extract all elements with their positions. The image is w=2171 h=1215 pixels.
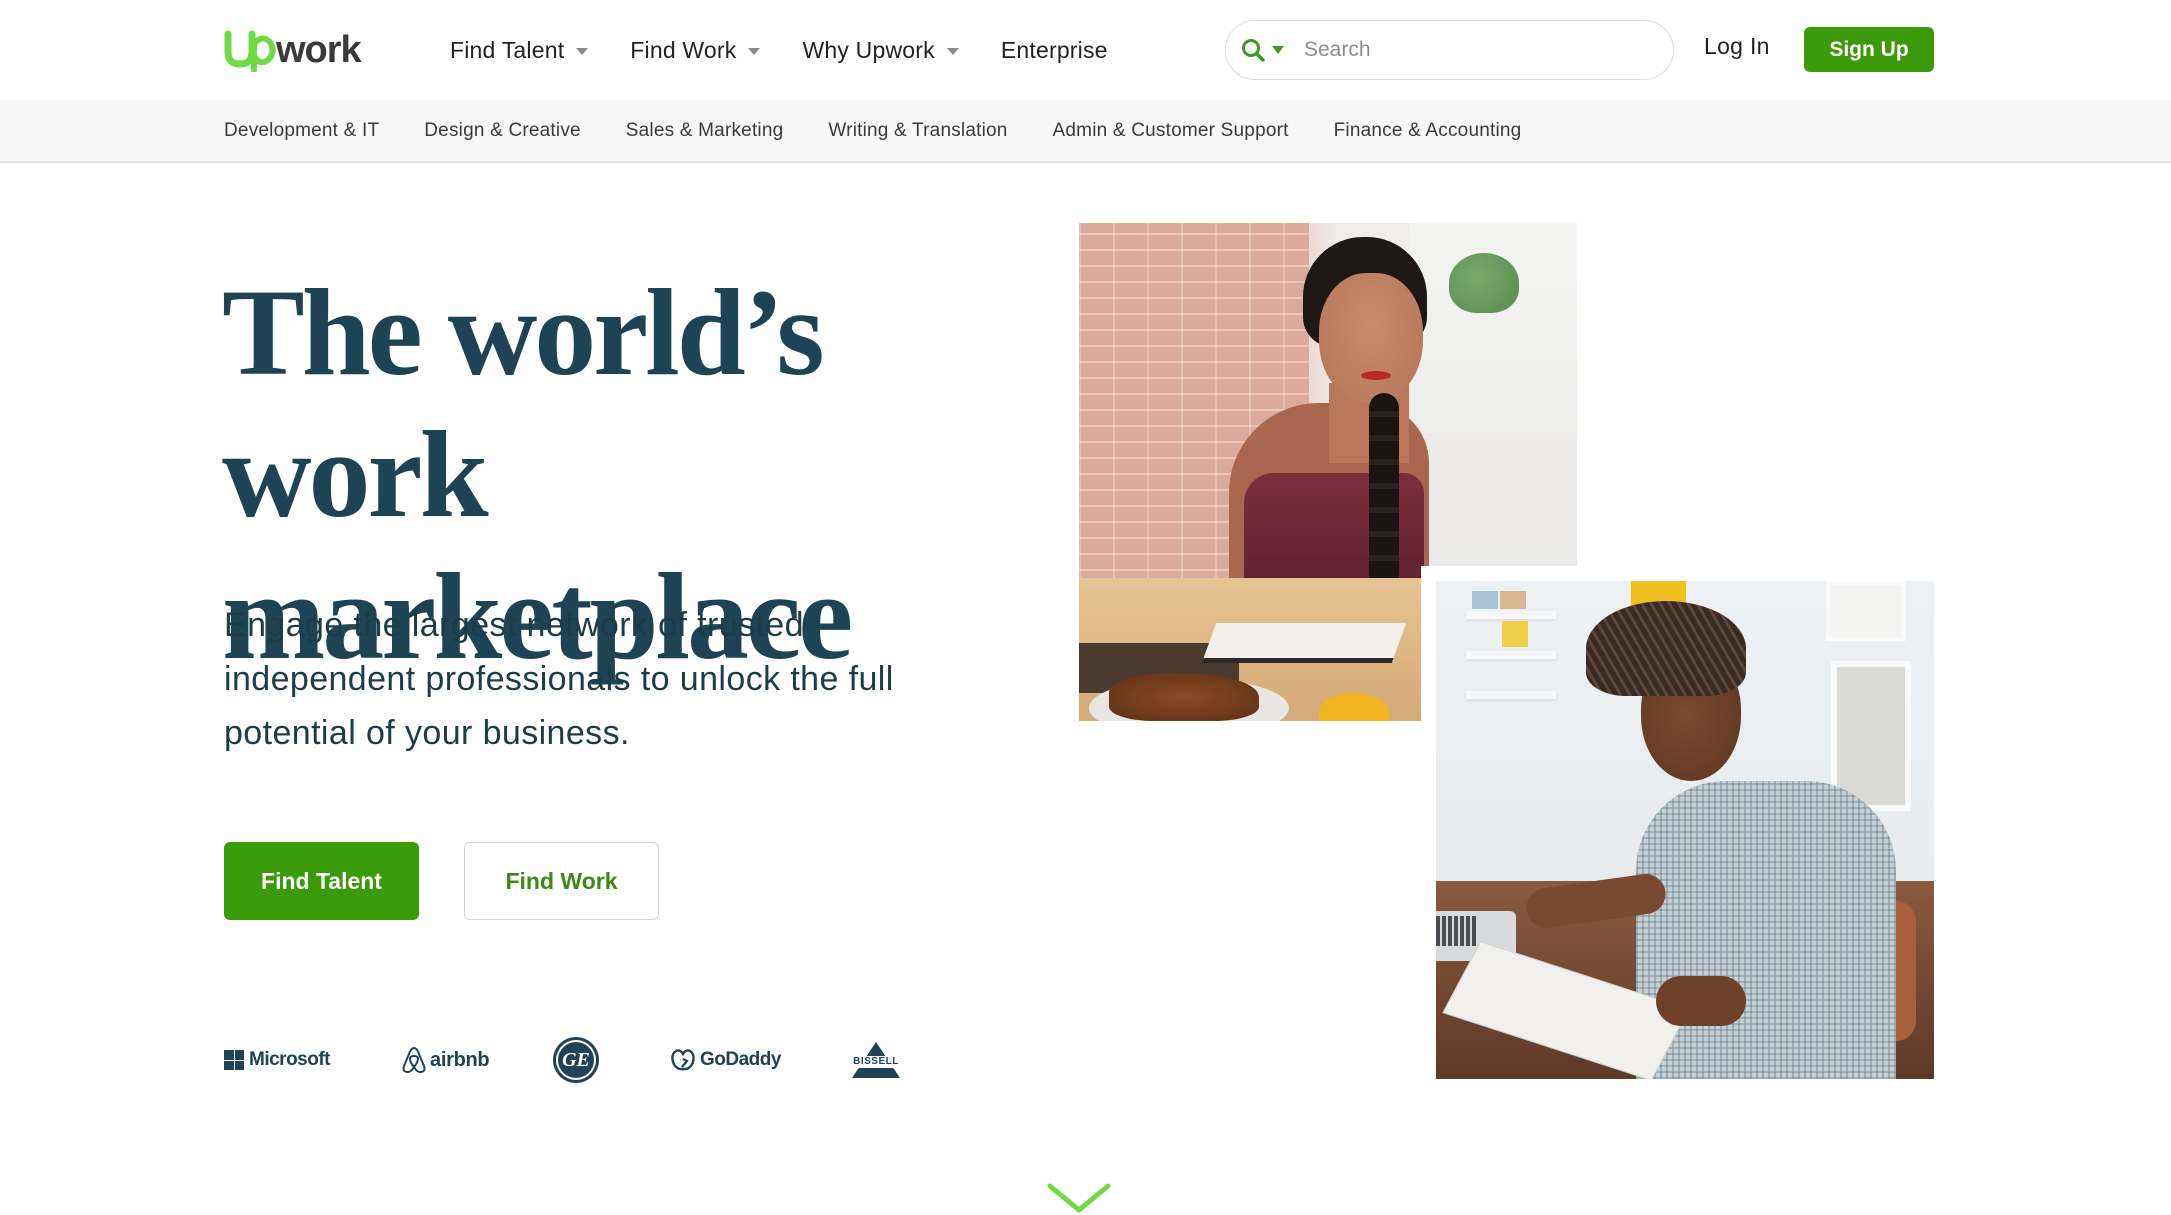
search-icon[interactable] <box>1240 37 1266 63</box>
nav-why-upwork[interactable]: Why Upwork <box>802 36 959 64</box>
wall-frame <box>1826 581 1906 641</box>
airbnb-logo: airbnb <box>402 1036 490 1084</box>
hero-subhead: Engage the largest network of trusted in… <box>224 606 894 752</box>
laptop-keys <box>1436 916 1476 946</box>
category-development-it[interactable]: Development & IT <box>224 120 379 142</box>
category-list: Development & IT Design & Creative Sales… <box>224 100 1566 161</box>
find-talent-button[interactable]: Find Talent <box>224 842 419 920</box>
category-sales-marketing[interactable]: Sales & Marketing <box>626 120 784 142</box>
godaddy-logo: GoDaddy <box>670 1036 781 1084</box>
svg-text:work: work <box>275 29 363 71</box>
person-lips <box>1361 371 1391 380</box>
shelf-book <box>1502 621 1528 647</box>
signup-button[interactable]: Sign Up <box>1804 27 1934 72</box>
nav-enterprise-label: Enterprise <box>1000 36 1108 63</box>
notebook <box>1201 623 1407 663</box>
person-hand <box>1656 976 1746 1026</box>
nav-find-work-label: Find Work <box>630 36 737 63</box>
chevron-down-icon <box>946 48 959 55</box>
nav-find-talent-label: Find Talent <box>450 36 565 63</box>
category-bar: Development & IT Design & Creative Sales… <box>0 100 2171 163</box>
plant <box>1449 253 1519 313</box>
hero-image-man <box>1436 581 1934 1079</box>
ge-icon: GE <box>556 1040 596 1080</box>
category-design-creative[interactable]: Design & Creative <box>424 120 581 142</box>
bissell-label: BISSELL <box>846 1056 906 1068</box>
find-work-button[interactable]: Find Work <box>464 842 659 920</box>
pastry <box>1109 673 1259 721</box>
sofa <box>1409 433 1577 553</box>
shelf-book <box>1472 591 1498 609</box>
nav-find-talent[interactable]: Find Talent <box>450 36 589 64</box>
microsoft-logo: Microsoft <box>224 1036 331 1084</box>
chevron-down-icon[interactable] <box>1046 1180 1112 1215</box>
search-type-dropdown-icon[interactable] <box>1272 46 1284 54</box>
chevron-down-icon <box>576 48 589 55</box>
nav-why-upwork-label: Why Upwork <box>802 36 935 63</box>
hero-headline-line1: The world’s work <box>222 264 825 543</box>
microsoft-label: Microsoft <box>249 1049 331 1070</box>
category-admin-customer-support[interactable]: Admin & Customer Support <box>1053 120 1289 142</box>
godaddy-icon <box>671 1049 695 1071</box>
person-hair <box>1586 601 1746 696</box>
shelf-book <box>1500 591 1526 609</box>
top-header: work Find Talent Find Work Why Upwork En… <box>0 0 2171 100</box>
airbnb-icon <box>402 1046 426 1074</box>
shelf <box>1466 611 1556 619</box>
category-finance-accounting[interactable]: Finance & Accounting <box>1334 120 1522 142</box>
search-bar <box>1225 20 1674 80</box>
main-nav: Find Talent Find Work Why Upwork Enterpr… <box>450 30 1150 70</box>
upwork-logo-icon: work <box>224 29 364 72</box>
airbnb-label: airbnb <box>430 1048 490 1071</box>
nav-enterprise[interactable]: Enterprise <box>1001 37 1108 64</box>
microsoft-icon <box>224 1050 244 1070</box>
chevron-down-icon <box>748 48 761 55</box>
upwork-logo[interactable]: work <box>224 22 376 72</box>
shelf <box>1466 691 1556 699</box>
bissell-icon: BISSELL <box>846 1042 906 1078</box>
nav-find-work[interactable]: Find Work <box>630 36 761 64</box>
category-writing-translation[interactable]: Writing & Translation <box>828 120 1007 142</box>
search-input[interactable] <box>1304 38 1644 62</box>
login-link[interactable]: Log In <box>1704 33 1770 60</box>
bissell-logo: BISSELL <box>846 1036 906 1084</box>
person-face <box>1319 273 1423 403</box>
godaddy-label: GoDaddy <box>700 1049 781 1070</box>
shelf <box>1466 651 1556 659</box>
ge-logo: GE <box>556 1036 596 1084</box>
